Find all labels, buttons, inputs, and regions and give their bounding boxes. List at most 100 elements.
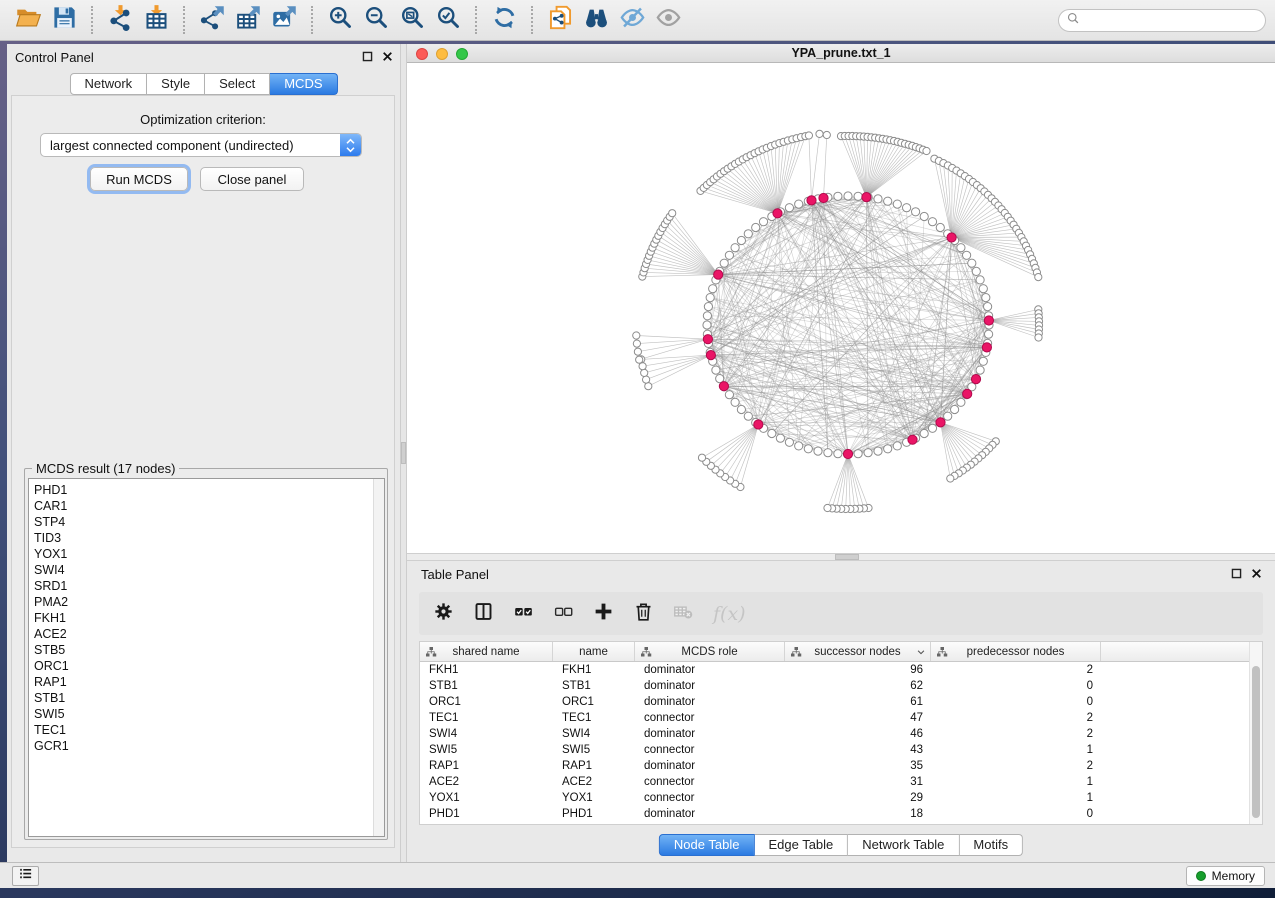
vertical-split-divider[interactable] [400,44,407,862]
cell-successor-nodes[interactable]: 18 [785,808,931,820]
cell-shared-name[interactable]: SWI4 [420,728,553,740]
table-row[interactable]: YOX1YOX1connector291 [420,790,1262,806]
export-image-button[interactable] [266,3,302,37]
cell-successor-nodes[interactable]: 61 [785,696,931,708]
cell-shared-name[interactable]: PHD1 [420,808,553,820]
result-node[interactable]: TID3 [29,530,384,546]
cell-MCDS-role[interactable]: dominator [635,680,785,692]
add-row-button[interactable] [593,601,614,627]
memory-button[interactable]: Memory [1186,866,1265,886]
horizontal-split-divider[interactable] [407,553,1275,561]
table-row[interactable]: TEC1TEC1connector472 [420,710,1262,726]
table-row[interactable]: FKH1FKH1dominator962 [420,662,1262,678]
result-node[interactable]: STP4 [29,514,384,530]
cell-MCDS-role[interactable]: connector [635,712,785,724]
deselect-all-button[interactable] [553,601,574,627]
zoom-out-button[interactable] [358,3,394,37]
zoom-fit-button[interactable] [394,3,430,37]
result-node[interactable]: YOX1 [29,546,384,562]
close-panel-button[interactable]: Close panel [200,167,304,191]
cell-shared-name[interactable]: YOX1 [420,792,553,804]
result-node[interactable]: ORC1 [29,658,384,674]
result-node[interactable]: PMA2 [29,594,384,610]
cell-name[interactable]: ORC1 [553,696,635,708]
table-row[interactable]: ACE2ACE2connector311 [420,774,1262,790]
cell-predecessor-nodes[interactable]: 1 [931,776,1101,788]
table-row[interactable]: ORC1ORC1dominator610 [420,694,1262,710]
result-list-scrollbar[interactable] [373,479,384,836]
cell-predecessor-nodes[interactable]: 2 [931,664,1101,676]
chevron-down-icon[interactable] [916,647,926,657]
cell-shared-name[interactable]: ACE2 [420,776,553,788]
hide-selected-button[interactable] [614,3,650,37]
cell-name[interactable]: FKH1 [553,664,635,676]
search-input[interactable] [1058,9,1266,32]
table-row[interactable]: SWI5SWI5connector431 [420,742,1262,758]
zoom-in-button[interactable] [322,3,358,37]
cell-name[interactable]: RAP1 [553,760,635,772]
tab-mcds[interactable]: MCDS [270,73,337,95]
cell-name[interactable]: PHD1 [553,808,635,820]
result-node[interactable]: FKH1 [29,610,384,626]
cell-name[interactable]: ACE2 [553,776,635,788]
task-history-button[interactable] [12,866,39,886]
result-node[interactable]: STB5 [29,642,384,658]
cell-name[interactable]: TEC1 [553,712,635,724]
tab-network-table[interactable]: Network Table [848,834,959,856]
column-header-MCDS-role[interactable]: MCDS role [635,642,785,661]
result-node[interactable]: PHD1 [29,479,384,498]
cell-shared-name[interactable]: SWI5 [420,744,553,756]
cell-name[interactable]: YOX1 [553,792,635,804]
cell-successor-nodes[interactable]: 31 [785,776,931,788]
close-panel-icon[interactable] [381,50,394,68]
float-panel-icon[interactable] [361,50,374,68]
cell-predecessor-nodes[interactable]: 2 [931,712,1101,724]
cell-predecessor-nodes[interactable]: 0 [931,696,1101,708]
tab-motifs[interactable]: Motifs [959,834,1023,856]
mcds-result-list[interactable]: PHD1CAR1STP4TID3YOX1SWI4SRD1PMA2FKH1ACE2… [28,478,385,837]
float-panel-icon[interactable] [1230,567,1243,585]
tab-node-table[interactable]: Node Table [659,834,755,856]
cell-predecessor-nodes[interactable]: 1 [931,792,1101,804]
cell-predecessor-nodes[interactable]: 2 [931,728,1101,740]
network-graph[interactable] [407,63,1275,553]
cell-predecessor-nodes[interactable]: 0 [931,680,1101,692]
trash-button[interactable] [633,601,654,627]
result-node[interactable]: SWI5 [29,706,384,722]
column-header-predecessor-nodes[interactable]: predecessor nodes [931,642,1101,661]
result-node[interactable]: GCR1 [29,738,384,754]
import-table-button[interactable] [138,3,174,37]
export-table-button[interactable] [230,3,266,37]
select-all-button[interactable] [513,601,534,627]
columns-button[interactable] [473,601,494,627]
network-canvas[interactable] [407,63,1275,553]
cell-successor-nodes[interactable]: 47 [785,712,931,724]
result-node[interactable]: STB1 [29,690,384,706]
cell-successor-nodes[interactable]: 35 [785,760,931,772]
cell-shared-name[interactable]: ORC1 [420,696,553,708]
cell-predecessor-nodes[interactable]: 2 [931,760,1101,772]
divider-handle[interactable] [835,554,859,560]
save-button[interactable] [46,3,82,37]
cell-name[interactable]: SWI4 [553,728,635,740]
gear-button[interactable] [433,601,454,627]
cell-successor-nodes[interactable]: 29 [785,792,931,804]
result-node[interactable]: RAP1 [29,674,384,690]
cell-MCDS-role[interactable]: connector [635,744,785,756]
cell-name[interactable]: SWI5 [553,744,635,756]
cell-MCDS-role[interactable]: connector [635,776,785,788]
result-node[interactable]: ACE2 [29,626,384,642]
tab-style[interactable]: Style [147,73,205,95]
cell-successor-nodes[interactable]: 46 [785,728,931,740]
tab-network[interactable]: Network [69,73,147,95]
export-network-button[interactable] [194,3,230,37]
clone-network-button[interactable] [542,3,578,37]
import-network-button[interactable] [102,3,138,37]
cell-MCDS-role[interactable]: connector [635,792,785,804]
cell-predecessor-nodes[interactable]: 1 [931,744,1101,756]
cell-MCDS-role[interactable]: dominator [635,664,785,676]
first-neighbors-button[interactable] [578,3,614,37]
table-row[interactable]: PHD1PHD1dominator180 [420,806,1262,822]
zoom-selected-button[interactable] [430,3,466,37]
result-node[interactable]: SRD1 [29,578,384,594]
